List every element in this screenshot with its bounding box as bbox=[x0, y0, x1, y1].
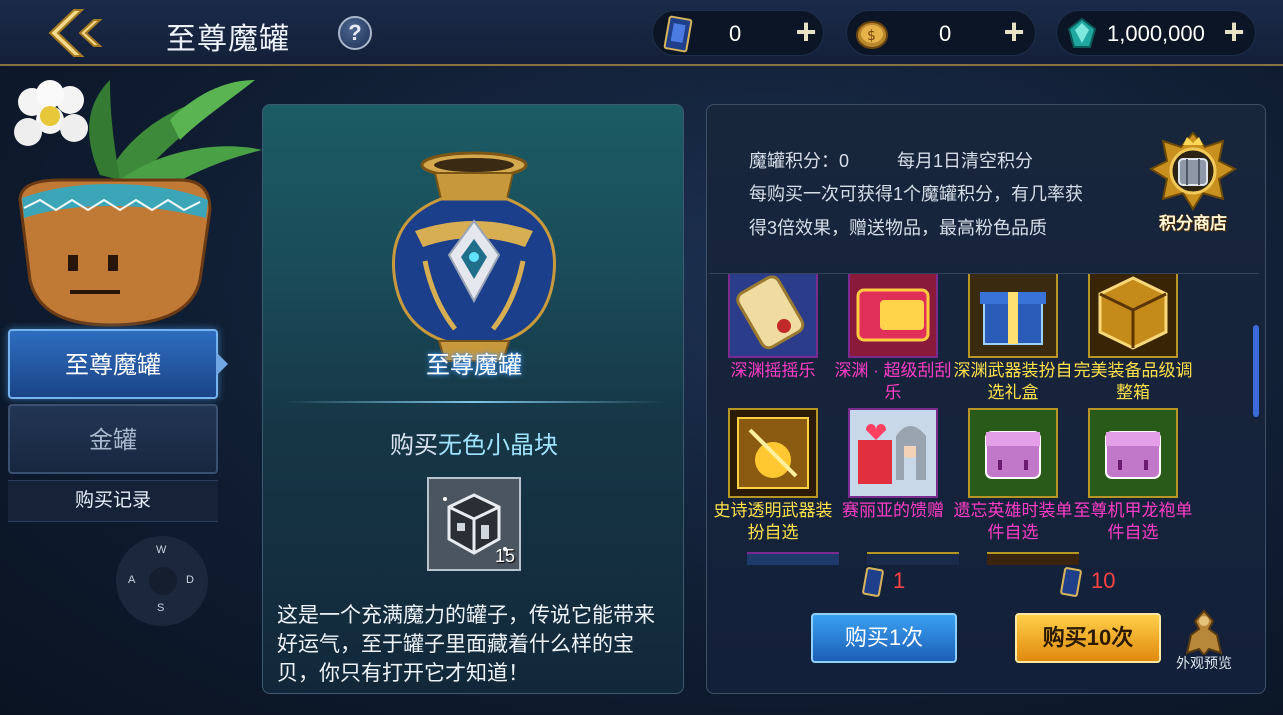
rewards-panel: 魔罐积分：0 每月1日清空积分 每购买一次可获得1个魔罐积分，有几率获得3倍效果… bbox=[706, 104, 1266, 694]
magic-jar-icon[interactable] bbox=[385, 151, 563, 365]
buy-item-line: 购买无色小晶块 bbox=[263, 425, 683, 460]
reward-item-name: 完美装备品级调整箱 bbox=[1073, 361, 1193, 402]
reward-item-partial bbox=[747, 552, 839, 565]
dpad-center bbox=[149, 567, 177, 595]
buy-item-name: 无色小晶块 bbox=[438, 432, 558, 459]
reward-item-name: 深渊武器装扮自选礼盒 bbox=[953, 361, 1073, 402]
epic-weapon-icon bbox=[728, 408, 818, 498]
svg-text:$: $ bbox=[867, 28, 876, 44]
buy-once-button[interactable]: 购买1次 bbox=[811, 613, 957, 663]
reward-item-name: 史诗透明武器装扮自选 bbox=[713, 501, 833, 542]
back-button[interactable] bbox=[44, 6, 108, 60]
reward-item-partial bbox=[867, 552, 959, 565]
cost-one-value: 1 bbox=[893, 567, 906, 593]
jar-points-label: 魔罐积分：0 bbox=[749, 151, 850, 171]
appearance-preview-label: 外观预览 bbox=[1176, 655, 1232, 671]
cost-ten: 10 bbox=[1059, 567, 1115, 597]
avatar-box-icon bbox=[1088, 408, 1178, 498]
virtual-dpad[interactable]: W A D S bbox=[116, 536, 208, 626]
reward-item-name: 深渊摇摇乐 bbox=[730, 361, 816, 380]
dpad-left-key[interactable]: A bbox=[128, 574, 135, 586]
buy-ten-button[interactable]: 购买10次 bbox=[1015, 613, 1161, 663]
reward-item-name: 深渊 · 超级刮刮乐 bbox=[834, 361, 952, 402]
reward-item[interactable]: 深渊 · 超级刮刮乐 bbox=[833, 274, 953, 404]
card-ticket-icon bbox=[1060, 567, 1082, 597]
help-button[interactable]: ? bbox=[338, 16, 372, 50]
reward-item[interactable]: 完美装备品级调整箱 bbox=[1073, 274, 1193, 404]
currency-gems-value: 1,000,000 bbox=[1107, 21, 1205, 46]
card-ticket-icon bbox=[862, 567, 884, 597]
dpad-up-key[interactable]: W bbox=[156, 544, 166, 556]
adjust-box-icon bbox=[1088, 274, 1178, 358]
divider bbox=[283, 401, 663, 403]
seria-gift-icon bbox=[848, 408, 938, 498]
reward-item-name: 至尊机甲龙袍单件自选 bbox=[1073, 501, 1193, 542]
reward-item[interactable]: 深渊武器装扮自选礼盒 bbox=[953, 274, 1073, 404]
currency-gems: 1,000,000 + bbox=[1056, 10, 1256, 56]
selected-tab-indicator bbox=[216, 352, 228, 376]
reward-item-name: 遗忘英雄时装单件自选 bbox=[953, 501, 1073, 542]
points-reset-note: 每月1日清空积分 bbox=[897, 151, 1034, 171]
back-arrow-icon bbox=[48, 9, 103, 57]
purchase-rule-text: 每购买一次可获得1个魔罐积分，有几率获得3倍效果，赠送物品，最高粉色品质 bbox=[749, 184, 1084, 238]
reward-item-grid: 深渊摇摇乐 深渊 · 超级刮刮乐 深渊武器装扮自选礼盒 完美装备品级调整箱 史诗… bbox=[709, 273, 1259, 565]
gem-icon bbox=[1067, 17, 1097, 48]
shop-crest-icon bbox=[1148, 131, 1238, 211]
avatar-box-icon bbox=[968, 408, 1058, 498]
add-gold-button[interactable]: + bbox=[997, 14, 1031, 51]
points-shop-label: 积分商店 bbox=[1159, 214, 1227, 233]
currency-gold: $ 0 + bbox=[846, 10, 1036, 56]
currency-tickets-value: 0 bbox=[729, 21, 742, 46]
reward-item[interactable]: 至尊机甲龙袍单件自选 bbox=[1073, 408, 1193, 544]
appearance-preview-button[interactable]: 外观预览 bbox=[1169, 609, 1239, 673]
page-title: 至尊魔罐 bbox=[166, 23, 290, 56]
scrollbar[interactable] bbox=[1253, 325, 1259, 417]
gift-box-icon bbox=[968, 274, 1058, 358]
item-count: 15 bbox=[494, 546, 515, 566]
jar-detail-panel: 至尊魔罐 购买无色小晶块 15 这是一个充满魔力的罐子，传说它能带来好运气，至于… bbox=[262, 104, 684, 694]
reward-item[interactable]: 深渊摇摇乐 bbox=[713, 274, 833, 382]
cost-one: 1 bbox=[861, 567, 905, 597]
jar-name: 至尊魔罐 bbox=[426, 352, 522, 379]
currency-tickets: 0 + bbox=[652, 10, 824, 56]
add-gems-button[interactable]: + bbox=[1217, 14, 1251, 51]
add-tickets-button[interactable]: + bbox=[789, 14, 823, 51]
reward-item[interactable]: 史诗透明武器装扮自选 bbox=[713, 408, 833, 544]
points-shop-button[interactable]: 积分商店 bbox=[1143, 129, 1243, 239]
jar-description: 这是一个充满魔力的罐子，传说它能带来好运气，至于罐子里面藏着什么样的宝贝，你只有… bbox=[277, 604, 655, 685]
scroll-icon bbox=[728, 274, 818, 358]
tab-supreme-jar[interactable]: 至尊魔罐 bbox=[8, 329, 218, 399]
reward-item-partial bbox=[987, 552, 1079, 565]
purchase-record-button[interactable]: 购买记录 bbox=[8, 480, 218, 522]
reward-item-name: 赛丽亚的馈赠 bbox=[842, 501, 944, 520]
tab-gold-jar[interactable]: 金罐 bbox=[8, 404, 218, 474]
currency-gold-value: 0 bbox=[939, 21, 952, 46]
card-ticket-icon bbox=[663, 15, 693, 53]
armor-figure-icon bbox=[1185, 609, 1223, 657]
gold-coin-icon: $ bbox=[856, 21, 888, 49]
cost-ten-value: 10 bbox=[1091, 567, 1116, 593]
buy-prefix-label: 购买 bbox=[390, 432, 438, 459]
top-bar: 至尊魔罐 ? 0 + $ 0 + 1,000,000 + bbox=[0, 0, 1283, 66]
item-slot[interactable]: 15 bbox=[427, 477, 521, 571]
reward-item[interactable]: 赛丽亚的馈赠 bbox=[833, 408, 953, 522]
dpad-down-key[interactable]: S bbox=[157, 602, 164, 614]
flower-pot-mascot bbox=[14, 80, 262, 327]
dpad-right-key[interactable]: D bbox=[186, 574, 194, 586]
reward-item[interactable]: 遗忘英雄时装单件自选 bbox=[953, 408, 1073, 544]
scratch-card-icon bbox=[848, 274, 938, 358]
